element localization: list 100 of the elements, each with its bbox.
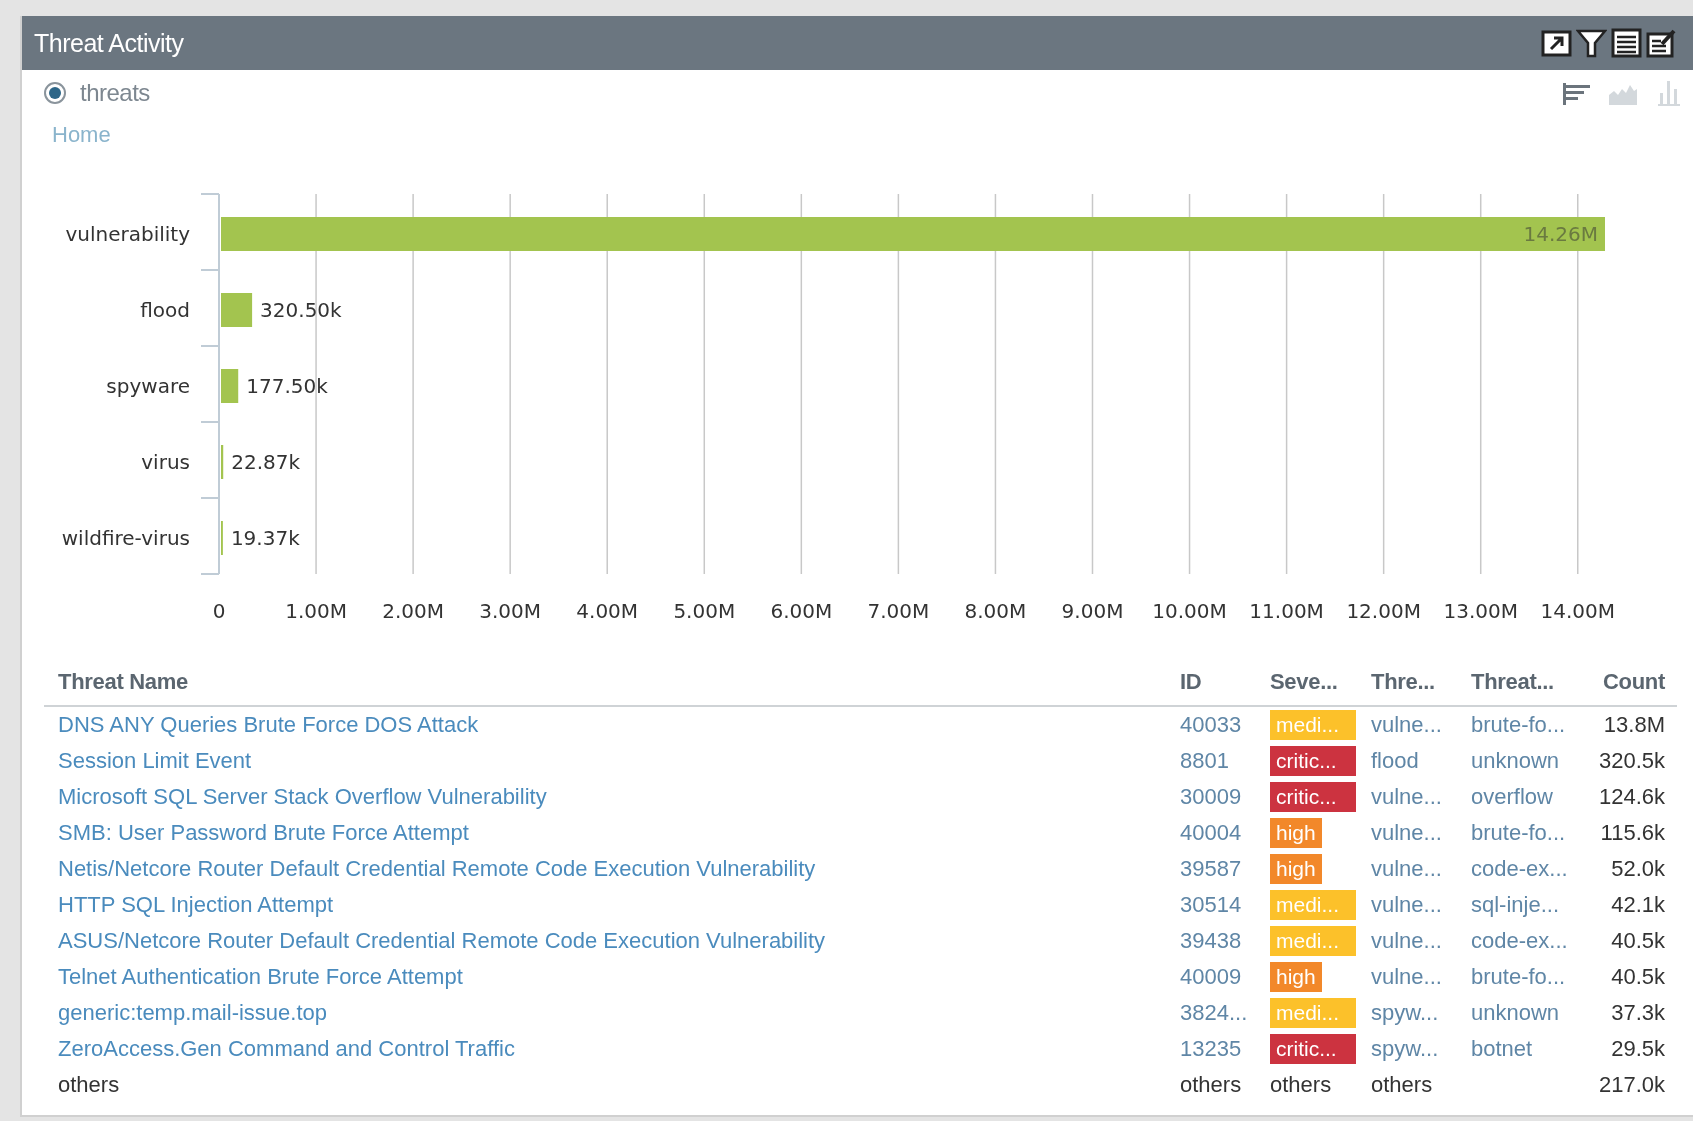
threat-type-text: others <box>1371 1072 1433 1098</box>
subtype-text: unknown <box>1471 748 1560 774</box>
threat-type-text: spyw... <box>1371 1000 1439 1026</box>
threat-type-text: vulne... <box>1371 964 1442 990</box>
threat-name: others <box>58 1072 120 1098</box>
category-label: virus <box>141 450 190 474</box>
value-label: 22.87k <box>231 450 301 474</box>
column-header[interactable]: Threat Name <box>44 659 1166 707</box>
tick-label: 5.00M <box>673 599 736 623</box>
count-text: 124.6k <box>1598 784 1665 810</box>
value-label: 14.26M <box>1523 222 1598 246</box>
subtype-text: code-ex... <box>1471 928 1568 954</box>
subtype-text: overflow <box>1471 784 1553 810</box>
column-header[interactable]: Count <box>1567 659 1677 707</box>
threat-name-link[interactable]: generic:temp.mail-issue.top <box>58 1000 327 1026</box>
threat-name-link[interactable]: HTTP SQL Injection Attempt <box>58 892 334 918</box>
value-label: 320.50k <box>260 298 342 322</box>
severity-text: others <box>1270 1072 1332 1098</box>
list-icon[interactable] <box>1611 28 1642 58</box>
subtype-text: brute-fo... <box>1471 820 1566 846</box>
bar[interactable] <box>221 293 253 327</box>
tick-label: 4.00M <box>576 599 639 623</box>
tick-label: 7.00M <box>867 599 930 623</box>
threat-name-link[interactable]: DNS ANY Queries Brute Force DOS Attack <box>58 712 479 738</box>
threat-type-text: flood <box>1371 748 1419 774</box>
tick-label: 6.00M <box>770 599 833 623</box>
column-header[interactable]: ID <box>1166 659 1256 707</box>
filter-icon[interactable] <box>1576 28 1607 58</box>
tick-label: 3.00M <box>479 599 542 623</box>
severity-badge: medi... <box>1270 890 1356 920</box>
threat-name-link[interactable]: Microsoft SQL Server Stack Overflow Vulnerability <box>58 784 547 810</box>
threat-type-text: vulne... <box>1371 892 1442 918</box>
tick-label: 9.00M <box>1061 599 1124 623</box>
id-text: 8801 <box>1180 748 1229 774</box>
tick-label: 13.00M <box>1443 599 1518 623</box>
count-text: 13.8M <box>1603 712 1665 738</box>
id-text: 40033 <box>1180 712 1242 738</box>
count-text: 115.6k <box>1600 820 1665 846</box>
threat-name-link[interactable]: Telnet Authentication Brute Force Attempt <box>58 964 463 990</box>
tick-label: 14.00M <box>1540 599 1615 623</box>
threat-type-text: vulne... <box>1371 784 1442 810</box>
tick-label: 0 <box>212 599 226 623</box>
column-header[interactable]: Threat... <box>1457 659 1567 707</box>
id-text: others <box>1180 1072 1242 1098</box>
column-header[interactable]: Seve... <box>1256 659 1357 707</box>
count-text: 37.3k <box>1611 1000 1665 1026</box>
pop-out-icon[interactable] <box>1541 28 1572 58</box>
bar[interactable] <box>221 369 239 403</box>
severity-badge: high <box>1270 854 1322 884</box>
count-text: 40.5k <box>1611 964 1665 990</box>
threat-type-text: vulne... <box>1371 712 1442 738</box>
threat-name-link[interactable]: SMB: User Password Brute Force Attempt <box>58 820 469 846</box>
count-text: 29.5k <box>1611 1036 1665 1062</box>
threats-radio[interactable] <box>44 82 66 104</box>
id-text: 39587 <box>1180 856 1242 882</box>
severity-badge: medi... <box>1270 926 1356 956</box>
tick-label: 12.00M <box>1346 599 1421 623</box>
id-text: 39438 <box>1180 928 1242 954</box>
subtype-text: brute-fo... <box>1471 964 1566 990</box>
subtype-text: code-ex... <box>1471 856 1568 882</box>
tick-label: 8.00M <box>964 599 1027 623</box>
column-header[interactable]: Thre... <box>1357 659 1457 707</box>
count-text: 52.0k <box>1611 856 1665 882</box>
severity-badge: high <box>1270 962 1322 992</box>
severity-badge: medi... <box>1270 998 1356 1028</box>
id-text: 30009 <box>1180 784 1242 810</box>
threat-name-link[interactable]: Netis/Netcore Router Default Credential Remote Code Execution Vulnerability <box>58 856 816 882</box>
threat-type-text: vulne... <box>1371 820 1442 846</box>
severity-badge: high <box>1270 818 1322 848</box>
threat-type-text: vulne... <box>1371 928 1442 954</box>
bar[interactable] <box>221 445 224 479</box>
count-text: 320.5k <box>1598 748 1665 774</box>
id-text: 13235 <box>1180 1036 1242 1062</box>
threat-type-text: vulne... <box>1371 856 1442 882</box>
category-label: flood <box>140 298 190 322</box>
id-text: 40004 <box>1180 820 1242 846</box>
subtype-text: unknown <box>1471 1000 1560 1026</box>
count-text: 42.1k <box>1611 892 1665 918</box>
severity-badge: critic... <box>1270 1034 1356 1064</box>
tick-label: 1.00M <box>285 599 347 623</box>
bar[interactable] <box>221 217 1605 251</box>
id-text: 3824... <box>1180 1000 1248 1026</box>
severity-badge: critic... <box>1270 782 1356 812</box>
edit-icon[interactable] <box>1646 28 1677 58</box>
tick-label: 11.00M <box>1249 599 1324 623</box>
radio-label: threats <box>80 79 150 107</box>
threat-name-link[interactable]: ZeroAccess.Gen Command and Control Traffic <box>58 1036 515 1062</box>
threat-name-link[interactable]: ASUS/Netcore Router Default Credential Remote Code Execution Vulnerability <box>58 928 826 954</box>
category-label: wildfire-virus <box>61 526 190 550</box>
threat-name-link[interactable]: Session Limit Event <box>58 748 252 774</box>
count-text: 40.5k <box>1611 928 1665 954</box>
subtype-text: brute-fo... <box>1471 712 1566 738</box>
breadcrumb-link[interactable]: Home <box>52 122 111 148</box>
count-text: 217.0k <box>1598 1072 1665 1098</box>
severity-badge: medi... <box>1270 710 1356 740</box>
id-text: 40009 <box>1180 964 1242 990</box>
threat-type-text: spyw... <box>1371 1036 1439 1062</box>
category-label: spyware <box>106 374 190 398</box>
value-label: 19.37k <box>230 526 300 550</box>
subtype-text: sql-inje... <box>1471 892 1560 918</box>
